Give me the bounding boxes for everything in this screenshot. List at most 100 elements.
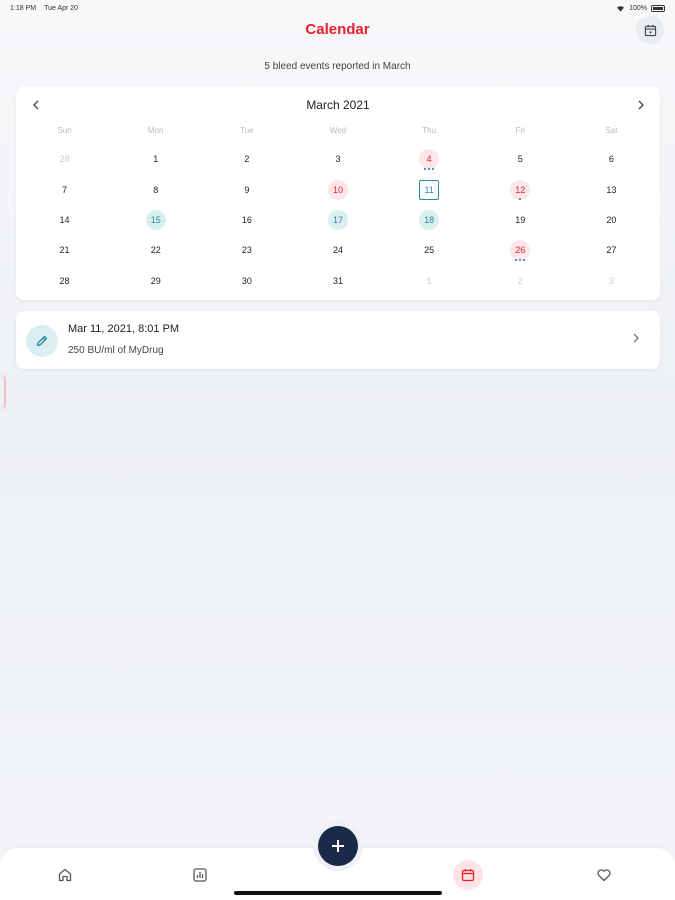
- wifi-icon: [617, 5, 625, 12]
- calendar-day[interactable]: 2: [201, 144, 292, 174]
- chevron-right-icon: [638, 100, 644, 110]
- calendar-day[interactable]: 29: [110, 266, 201, 296]
- side-pull-tab[interactable]: [0, 374, 6, 410]
- tab-calendar[interactable]: [453, 860, 483, 890]
- weekday-label: Fri: [515, 126, 525, 135]
- calendar-day-number: 28: [59, 154, 70, 165]
- calendar-day-number: 13: [606, 184, 617, 195]
- calendar-day[interactable]: 24: [292, 235, 383, 265]
- calendar-week-row: 14 15 16 17 18 19 20: [19, 205, 657, 235]
- calendar-day-number: 20: [606, 214, 617, 225]
- add-event-button[interactable]: [318, 826, 358, 866]
- event-card[interactable]: Mar 11, 2021, 8:01 PM 250 BU/ml of MyDru…: [16, 311, 660, 369]
- calendar-day-number: 2: [517, 275, 523, 286]
- calendar-day[interactable]: 8: [110, 174, 201, 204]
- calendar-icon: [461, 869, 475, 882]
- calendar-day[interactable]: 19: [475, 205, 566, 235]
- event-dot: [519, 259, 522, 262]
- calendar-day[interactable]: 14: [19, 205, 110, 235]
- weekday-label: Sat: [605, 126, 618, 135]
- status-date: Tue Apr 20: [44, 4, 79, 12]
- calendar-day-number: 11: [419, 179, 440, 200]
- calendar-icon: [644, 24, 656, 36]
- calendar-day[interactable]: 26: [475, 235, 566, 265]
- calendar-day-number: 27: [606, 245, 617, 256]
- calendar-day[interactable]: 23: [201, 235, 292, 265]
- calendar-day: 3: [566, 266, 657, 296]
- calendar-day[interactable]: 27: [566, 235, 657, 265]
- calendar-day[interactable]: 6: [566, 144, 657, 174]
- event-title: Mar 11, 2021, 8:01 PM: [68, 323, 180, 335]
- calendar-day-number: 9: [244, 184, 250, 195]
- calendar-day[interactable]: 1: [110, 144, 201, 174]
- calendar-day[interactable]: 17: [292, 205, 383, 235]
- calendar-card: March 2021 Sun Mon Tue Wed Thu Fri Sat 28 1 2 3 4 5…: [16, 86, 660, 300]
- tab-favorites[interactable]: [589, 860, 619, 890]
- calendar-day[interactable]: 3: [292, 144, 383, 174]
- calendar-day: 1: [384, 266, 475, 296]
- calendar-day-number: 6: [608, 154, 614, 165]
- calendar-week-row: 21 22 23 24 25 26 27: [19, 235, 657, 265]
- calendar-day[interactable]: 16: [201, 205, 292, 235]
- calendar-day[interactable]: 18: [384, 205, 475, 235]
- calendar-day[interactable]: 12: [475, 174, 566, 204]
- calendar-day[interactable]: 31: [292, 266, 383, 296]
- calendar-day-number: 26: [510, 240, 531, 261]
- calendar-day-number: 4: [419, 149, 440, 170]
- calendar-grid: 28 1 2 3 4 5 6 7 8 9 10 11 12 13 14 15 16 17 18 19 20 21 22 23 2…: [16, 144, 660, 296]
- event-dot: [523, 259, 526, 262]
- home-icon: [58, 868, 72, 882]
- status-right: 100%: [616, 4, 665, 12]
- calendar-day[interactable]: 4: [384, 144, 475, 174]
- weekday-label: Tue: [240, 126, 254, 135]
- calendar-day[interactable]: 7: [19, 174, 110, 204]
- calendar-day[interactable]: 22: [110, 235, 201, 265]
- calendar-day-number: 17: [327, 209, 348, 230]
- calendar-day[interactable]: 28: [19, 266, 110, 296]
- calendar-day[interactable]: 21: [19, 235, 110, 265]
- calendar-day[interactable]: 13: [566, 174, 657, 204]
- calendar-view-button[interactable]: [636, 16, 664, 44]
- bleed-summary: 5 bleed events reported in March: [264, 61, 411, 72]
- calendar-day[interactable]: 30: [201, 266, 292, 296]
- pencil-icon: [36, 335, 48, 347]
- calendar-day-number: 14: [59, 214, 70, 225]
- calendar-week-row: 28 29 30 31 1 2 3: [19, 266, 657, 296]
- calendar-day-number: 24: [332, 245, 343, 256]
- calendar-day-number: 1: [153, 154, 159, 165]
- calendar-day-number: 8: [153, 184, 159, 195]
- calendar-day[interactable]: 9: [201, 174, 292, 204]
- tab-home[interactable]: [50, 860, 80, 890]
- status-bar: 1:18 PM Tue Apr 20 100%: [0, 0, 675, 16]
- calendar-day-number: 28: [59, 275, 70, 286]
- calendar-day-number: 5: [517, 154, 523, 165]
- calendar-day[interactable]: 15: [110, 205, 201, 235]
- weekday-label: Wed: [329, 126, 347, 135]
- calendar-day[interactable]: 11: [384, 174, 475, 204]
- calendar-day-number: 15: [145, 209, 166, 230]
- calendar-day[interactable]: 10: [292, 174, 383, 204]
- calendar-day[interactable]: 5: [475, 144, 566, 174]
- next-month-button[interactable]: [631, 96, 651, 114]
- weekday-label: Thu: [422, 126, 437, 135]
- event-icon-badge: [26, 325, 58, 357]
- plus-icon: [332, 840, 344, 852]
- calendar-day-number: 1: [426, 275, 432, 286]
- month-label: March 2021: [306, 98, 370, 112]
- tab-stats[interactable]: [185, 860, 215, 890]
- calendar-day-number: 18: [419, 209, 440, 230]
- stats-icon: [193, 868, 207, 882]
- calendar-day[interactable]: 25: [384, 235, 475, 265]
- calendar-day-number: 25: [424, 245, 435, 256]
- battery-percent: 100%: [629, 4, 647, 12]
- event-dot: [519, 198, 522, 201]
- calendar-day[interactable]: 20: [566, 205, 657, 235]
- event-dots: [384, 168, 475, 170]
- calendar-day: 2: [475, 266, 566, 296]
- calendar-day-number: 21: [59, 245, 70, 256]
- event-subtitle: 250 BU/ml of MyDrug: [68, 345, 164, 356]
- calendar-header: March 2021: [16, 86, 660, 122]
- weekday-label: Mon: [147, 126, 164, 135]
- calendar-day-number: 3: [335, 154, 341, 165]
- chevron-right-icon: [633, 333, 639, 343]
